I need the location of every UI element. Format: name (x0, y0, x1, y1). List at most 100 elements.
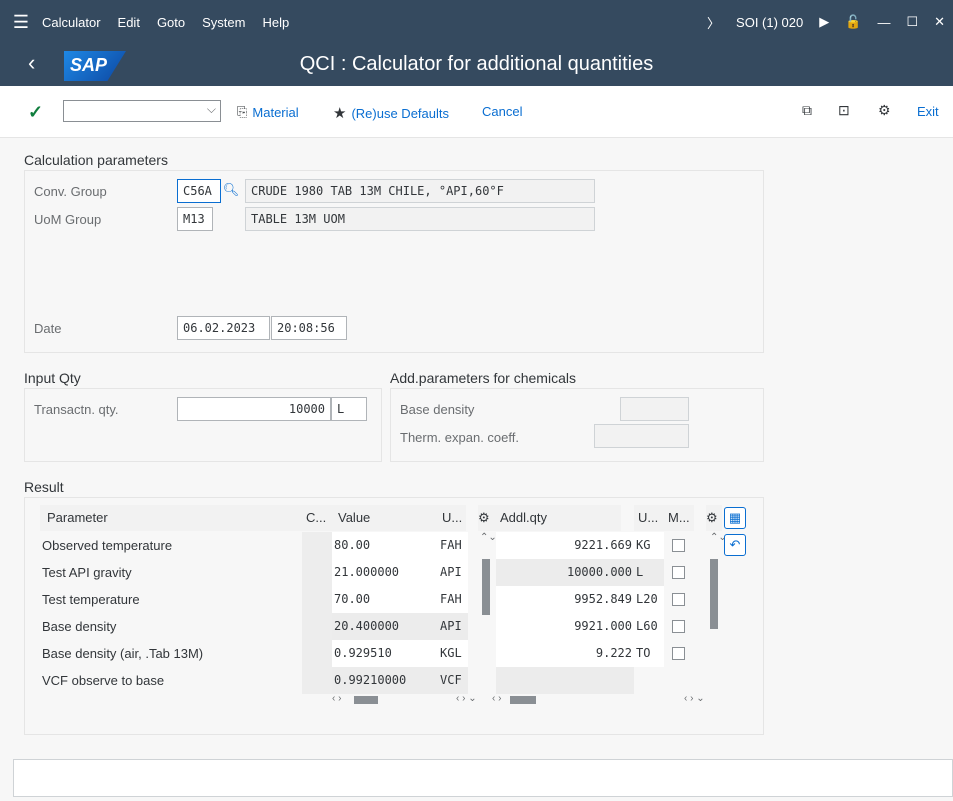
hscroll-arrows-icon[interactable]: ‹ › ⌄ (456, 693, 477, 704)
system-info[interactable]: SOI (1) 020 (736, 15, 803, 30)
menu-system[interactable]: System (202, 15, 245, 30)
col-header-c[interactable]: C... (302, 505, 332, 531)
exit-button[interactable]: Exit (917, 104, 939, 119)
settings-icon[interactable]: ⚙ (878, 102, 891, 119)
row-parameter: Observed temperature (42, 538, 173, 553)
row-addl-qty[interactable]: 9921.000 (496, 613, 634, 640)
col-header-value[interactable]: Value (332, 505, 438, 531)
conv-group-input[interactable]: C56A (177, 179, 221, 203)
therm-expan-field (594, 424, 689, 448)
minimize-icon[interactable]: — (877, 15, 890, 30)
table-row[interactable]: VCF observe to base 0.99210000 VCF (40, 667, 748, 694)
row-addl-qty[interactable]: 10000.000 (496, 559, 634, 586)
cancel-button[interactable]: Cancel (482, 104, 522, 119)
row-value[interactable]: 80.00 (332, 532, 438, 559)
chevron-down-icon[interactable]: ⌵ (207, 102, 216, 117)
row-value[interactable]: 70.00 (332, 586, 438, 613)
maximize-icon[interactable]: ☐ (906, 14, 918, 30)
menu-goto[interactable]: Goto (157, 15, 185, 30)
row-checkbox[interactable] (672, 539, 685, 552)
row-c (302, 559, 332, 586)
base-density-field (620, 397, 689, 421)
lock-icon[interactable]: 🔓 (845, 14, 861, 30)
search-help-icon[interactable]: 🔍︎ (221, 179, 241, 203)
addl-hscroll-thumb[interactable] (510, 696, 536, 704)
calc-params-box: Conv. Group C56A 🔍︎ CRUDE 1980 TAB 13M C… (24, 170, 764, 353)
row-checkbox[interactable] (672, 593, 685, 606)
row-unit[interactable]: API (438, 613, 468, 640)
row-checkbox[interactable] (672, 566, 685, 579)
transaction-qty-input[interactable]: 10000 (177, 397, 331, 421)
conv-group-description: CRUDE 1980 TAB 13M CHILE, °API,60°F (245, 179, 595, 203)
gear-icon[interactable]: ⚙ (706, 505, 722, 531)
row-c (302, 667, 332, 694)
play-icon[interactable]: ▶ (819, 14, 829, 30)
row-unit[interactable]: KGL (438, 640, 468, 667)
col-header-m[interactable]: M... (664, 505, 694, 531)
transaction-qty-label: Transactn. qty. (34, 402, 119, 417)
new-window-icon[interactable]: ⧉ (802, 102, 812, 119)
col-header-addl-unit[interactable]: U... (634, 505, 664, 531)
transaction-qty-unit[interactable]: L (331, 397, 367, 421)
row-c (302, 613, 332, 640)
status-bar (13, 759, 953, 797)
table-row[interactable]: Test temperature 70.00 FAH 9952.849 L20 (40, 586, 748, 613)
chevron-right-icon[interactable]: 〉 (707, 13, 720, 32)
table-row[interactable]: Observed temperature 80.00 FAH 9221.669 … (40, 532, 748, 559)
row-addl-qty[interactable]: 9952.849 (496, 586, 634, 613)
row-addl-unit[interactable]: KG (634, 532, 664, 559)
row-value[interactable]: 0.99210000 (332, 667, 438, 694)
material-button[interactable]: ⎘ Material (237, 104, 299, 120)
check-icon[interactable]: ✓ (28, 102, 43, 123)
command-field[interactable]: ⌵ (63, 100, 221, 122)
row-addl-qty[interactable]: 9221.669 (496, 532, 634, 559)
col-header-parameter[interactable]: Parameter (40, 505, 302, 531)
value-hscroll-thumb[interactable] (354, 696, 378, 704)
add-params-title: Add.parameters for chemicals (390, 370, 576, 386)
row-addl-unit[interactable]: L20 (634, 586, 664, 613)
col-header-unit[interactable]: U... (438, 505, 466, 531)
row-unit[interactable]: FAH (438, 532, 468, 559)
row-checkbox[interactable] (672, 620, 685, 633)
row-value[interactable]: 21.000000 (332, 559, 438, 586)
hscroll-arrows-icon[interactable]: ‹ › (332, 693, 341, 704)
table-row[interactable]: Base density (air, .Tab 13M) 0.929510 KG… (40, 640, 748, 667)
input-qty-title: Input Qty (24, 370, 81, 386)
row-unit[interactable]: API (438, 559, 468, 586)
menu-edit[interactable]: Edit (118, 15, 140, 30)
date-label: Date (34, 321, 62, 336)
row-addl-qty[interactable]: 9.222 (496, 640, 634, 667)
right-table-vscroll-thumb[interactable] (710, 559, 718, 629)
row-checkbox[interactable] (672, 647, 685, 660)
row-unit[interactable]: VCF (438, 667, 468, 694)
menu-calculator[interactable]: Calculator (42, 15, 101, 30)
row-addl-unit[interactable]: L60 (634, 613, 664, 640)
layout-icon[interactable]: ⊡ (838, 102, 850, 119)
material-icon: ⎘ (237, 104, 248, 119)
calculator-icon[interactable]: ▦ (724, 507, 746, 529)
row-unit[interactable]: FAH (438, 586, 468, 613)
table-row[interactable]: Base density 20.400000 API 9921.000 L60 (40, 613, 748, 640)
row-value[interactable]: 0.929510 (332, 640, 438, 667)
uom-group-input[interactable]: M13 (177, 207, 213, 231)
row-c (302, 532, 332, 559)
gear-icon[interactable]: ⚙ (478, 505, 496, 531)
row-addl-unit[interactable]: TO (634, 640, 664, 667)
hscroll-arrows-icon[interactable]: ‹ › ⌄ (684, 693, 705, 704)
reuse-defaults-button[interactable]: ★ (Re)use Defaults (333, 104, 449, 122)
close-icon[interactable]: ✕ (934, 14, 945, 30)
row-addl-unit[interactable]: L (634, 559, 664, 586)
hamburger-menu-icon[interactable]: ☰ (0, 12, 42, 33)
conv-group-label: Conv. Group (34, 184, 107, 199)
col-header-addl-qty[interactable]: Addl.qty (496, 505, 621, 531)
row-value[interactable]: 20.400000 (332, 613, 438, 640)
menu-help[interactable]: Help (262, 15, 289, 30)
time-input[interactable]: 20:08:56 (271, 316, 347, 340)
row-parameter: Test temperature (42, 592, 140, 607)
left-table-vscroll-thumb[interactable] (482, 559, 490, 615)
date-input[interactable]: 06.02.2023 (177, 316, 270, 340)
undo-icon[interactable]: ↶ (724, 534, 746, 556)
table-row[interactable]: Test API gravity 21.000000 API 10000.000… (40, 559, 748, 586)
scroll-up-icon[interactable]: ⌃⌄ (480, 532, 497, 543)
hscroll-arrows-icon[interactable]: ‹ › (492, 693, 501, 704)
